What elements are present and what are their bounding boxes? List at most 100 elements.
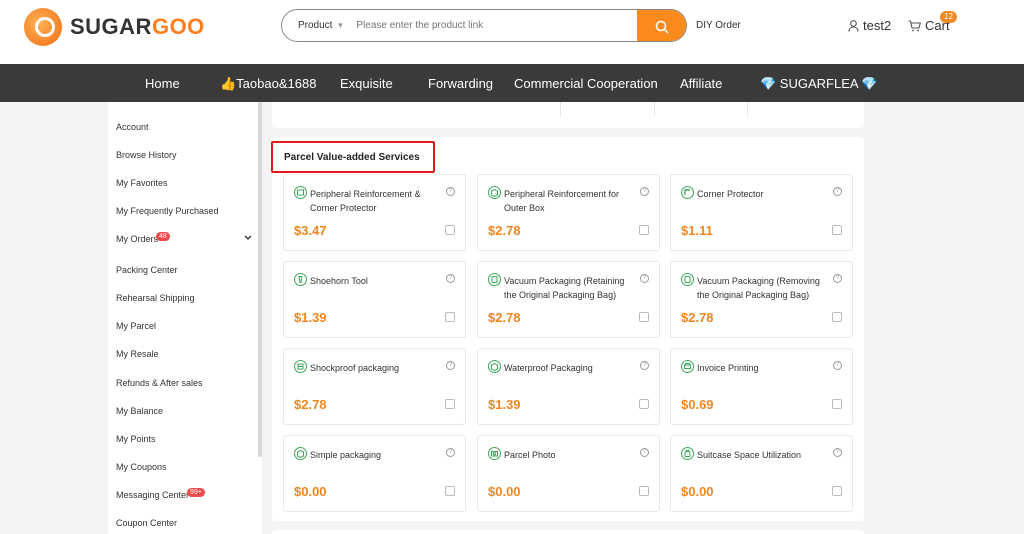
sidebar-item-my-orders[interactable]: My Orders48 <box>116 232 254 244</box>
service-checkbox[interactable] <box>832 312 842 322</box>
service-price: $3.47 <box>294 223 327 238</box>
service-card[interactable]: Peripheral Reinforcement & Corner Protec… <box>283 174 466 251</box>
help-icon[interactable]: ? <box>833 274 842 283</box>
search-button[interactable] <box>637 10 686 41</box>
nav-forwarding[interactable]: Forwarding <box>428 76 493 91</box>
service-name: Shockproof packaging <box>310 363 400 373</box>
logo-mark-icon <box>24 8 62 46</box>
nav-sugarflea[interactable]: 💎 SUGARFLEA 💎 <box>760 76 878 92</box>
sidebar-item-my-resale[interactable]: My Resale <box>116 349 159 359</box>
service-card[interactable]: Invoice Printing ? $0.69 <box>670 348 853 425</box>
help-icon[interactable]: ? <box>833 361 842 370</box>
search-input[interactable] <box>356 20 627 31</box>
sidebar-item-packing-center[interactable]: Packing Center <box>116 265 178 275</box>
sidebar-item-my-points[interactable]: My Points <box>116 434 156 444</box>
sidebar-item-frequently-purchased[interactable]: My Frequently Purchased <box>116 206 219 216</box>
main-nav: Home 👍Taobao&1688 Exquisite Forwarding C… <box>0 64 1024 102</box>
service-checkbox[interactable] <box>639 225 649 235</box>
service-card[interactable]: Simple packaging ? $0.00 <box>283 435 466 512</box>
chevron-down-icon: ▼ <box>336 21 345 30</box>
cart-link[interactable]: Cart 12 <box>908 11 957 33</box>
nav-affiliate[interactable]: Affiliate <box>680 76 722 91</box>
service-price: $2.78 <box>488 223 521 238</box>
help-icon[interactable]: ? <box>446 274 455 283</box>
search-type-select[interactable]: Product ▼ <box>282 20 344 31</box>
service-name: Vacuum Packaging (Retaining the Original… <box>504 276 625 300</box>
nav-exquisite[interactable]: Exquisite <box>340 76 393 91</box>
service-price: $2.78 <box>294 397 327 412</box>
diy-order-link[interactable]: DIY Order <box>696 20 741 31</box>
nav-commercial-cooperation[interactable]: Commercial Cooperation <box>514 76 658 91</box>
previous-section-remnant <box>272 102 864 128</box>
column-divider <box>654 102 655 116</box>
service-name: Waterproof Packaging <box>504 363 593 373</box>
orders-count-badge: 48 <box>156 232 170 241</box>
service-price: $0.00 <box>681 484 714 499</box>
help-icon[interactable]: ? <box>446 448 455 457</box>
username: test2 <box>863 18 892 33</box>
brand-logo[interactable]: SUGARGOO <box>24 8 205 46</box>
service-name: Peripheral Reinforcement & Corner Protec… <box>310 189 421 213</box>
service-checkbox[interactable] <box>832 225 842 235</box>
service-card[interactable]: Waterproof Packaging ? $1.39 <box>477 348 660 425</box>
help-icon[interactable]: ? <box>640 448 649 457</box>
service-checkbox[interactable] <box>832 399 842 409</box>
nav-taobao[interactable]: 👍Taobao&1688 <box>220 76 316 92</box>
help-icon[interactable]: ? <box>640 361 649 370</box>
service-price: $0.00 <box>294 484 327 499</box>
sidebar-item-refunds[interactable]: Refunds & After sales <box>116 378 203 388</box>
service-card[interactable]: Shockproof packaging ? $2.78 <box>283 348 466 425</box>
box-icon <box>488 186 501 199</box>
service-checkbox[interactable] <box>832 486 842 496</box>
help-icon[interactable]: ? <box>640 187 649 196</box>
sidebar-item-browse-history[interactable]: Browse History <box>116 150 177 160</box>
service-price: $0.00 <box>488 484 521 499</box>
service-card[interactable]: Vacuum Packaging (Retaining the Original… <box>477 261 660 338</box>
service-checkbox[interactable] <box>639 312 649 322</box>
service-price: $1.39 <box>294 310 327 325</box>
search-bar: Product ▼ <box>281 9 687 42</box>
top-header: SUGARGOO Product▼ DIY Order test2 Cart 1… <box>0 0 1024 64</box>
service-price: $0.69 <box>681 397 714 412</box>
service-checkbox[interactable] <box>445 486 455 496</box>
help-icon[interactable]: ? <box>446 187 455 196</box>
column-divider <box>560 102 561 116</box>
help-icon[interactable]: ? <box>446 361 455 370</box>
sidebar-item-account[interactable]: Account <box>116 122 149 132</box>
help-icon[interactable]: ? <box>833 448 842 457</box>
service-checkbox[interactable] <box>445 312 455 322</box>
column-divider <box>747 102 748 116</box>
sidebar-item-favorites[interactable]: My Favorites <box>116 178 168 188</box>
service-price: $2.78 <box>681 310 714 325</box>
sidebar-item-my-coupons[interactable]: My Coupons <box>116 462 167 472</box>
service-name: Invoice Printing <box>697 363 759 373</box>
waterproof-icon <box>488 360 501 373</box>
box-icon <box>294 447 307 460</box>
service-name: Corner Protector <box>697 189 764 199</box>
sidebar-item-rehearsal-shipping[interactable]: Rehearsal Shipping <box>116 293 195 303</box>
service-checkbox[interactable] <box>445 399 455 409</box>
service-checkbox[interactable] <box>639 399 649 409</box>
service-name: Vacuum Packaging (Removing the Original … <box>697 276 820 300</box>
vacuum-bag-icon <box>488 273 501 286</box>
user-account[interactable]: test2 <box>848 18 891 33</box>
camera-icon <box>488 447 501 460</box>
vacuum-bag-icon <box>681 273 694 286</box>
service-card[interactable]: Parcel Photo ? $0.00 <box>477 435 660 512</box>
account-sidebar: Account Browse History My Favorites My F… <box>108 102 262 534</box>
sidebar-item-messaging-center[interactable]: Messaging Center99+ <box>116 488 205 500</box>
sidebar-item-coupon-center[interactable]: Coupon Center <box>116 518 177 528</box>
help-icon[interactable]: ? <box>640 274 649 283</box>
service-card[interactable]: Suitcase Space Utilization ? $0.00 <box>670 435 853 512</box>
help-icon[interactable]: ? <box>833 187 842 196</box>
sidebar-item-my-parcel[interactable]: My Parcel <box>116 321 156 331</box>
service-card[interactable]: Shoehorn Tool ? $1.39 <box>283 261 466 338</box>
sidebar-scrollbar[interactable] <box>258 102 262 457</box>
service-card[interactable]: Vacuum Packaging (Removing the Original … <box>670 261 853 338</box>
sidebar-item-my-balance[interactable]: My Balance <box>116 406 163 416</box>
service-checkbox[interactable] <box>445 225 455 235</box>
service-card[interactable]: Peripheral Reinforcement for Outer Box ?… <box>477 174 660 251</box>
service-card[interactable]: Corner Protector ? $1.11 <box>670 174 853 251</box>
nav-home[interactable]: Home <box>145 76 180 91</box>
service-checkbox[interactable] <box>639 486 649 496</box>
